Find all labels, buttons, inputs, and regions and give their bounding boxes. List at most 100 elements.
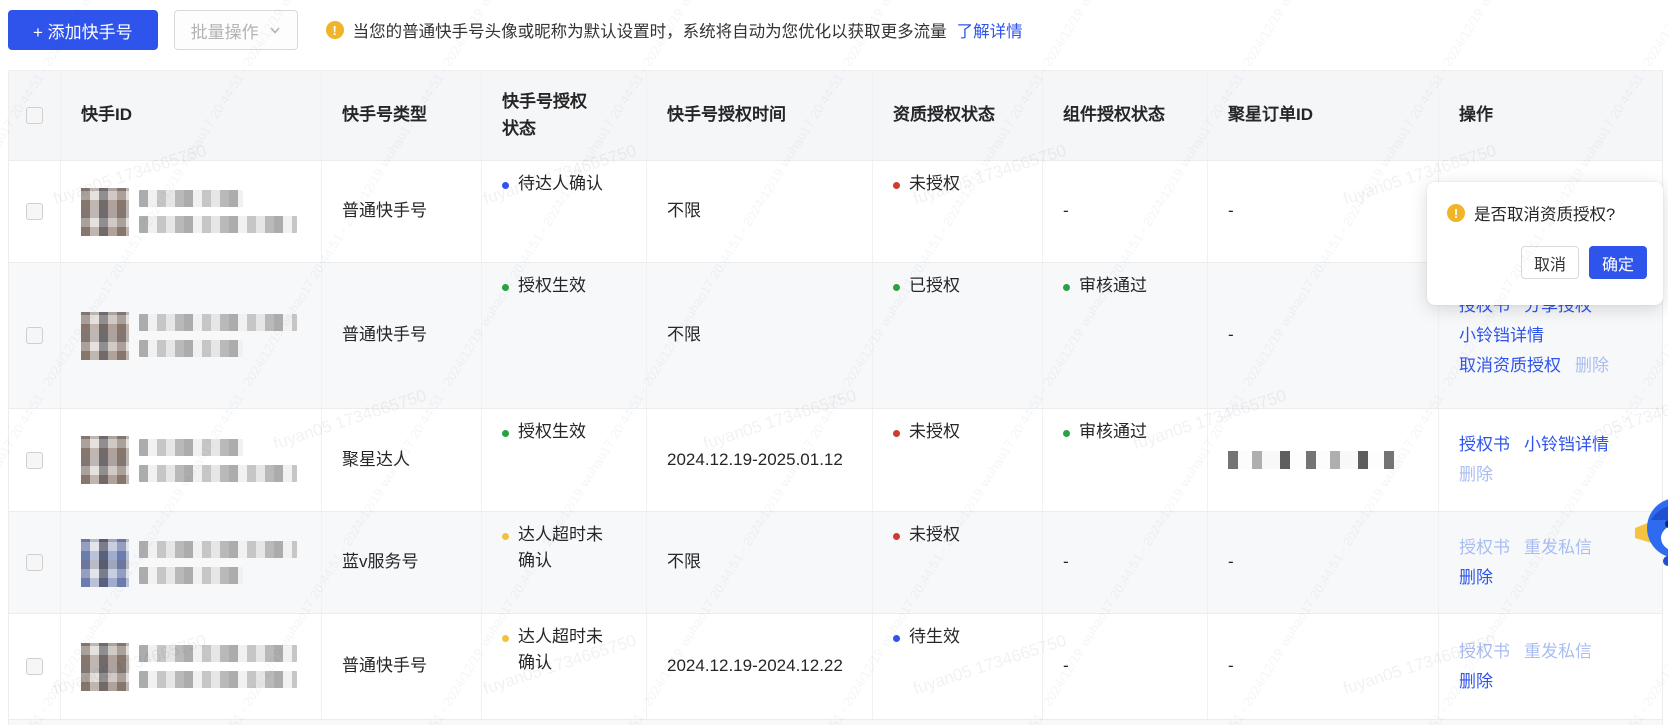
delete-link[interactable]: 删除	[1459, 460, 1493, 490]
bell-detail-link[interactable]: 小铃铛详情	[1524, 430, 1609, 460]
add-kuaishou-account-button[interactable]: + 添加快手号	[8, 10, 158, 50]
confirm-button[interactable]: 确定	[1588, 246, 1647, 279]
accounts-table: 快手ID 快手号类型 快手号授权状态 快手号授权时间 资质授权状态 组件授权状态…	[8, 70, 1663, 725]
delete-link[interactable]: 删除	[1459, 563, 1493, 593]
table-row: 普通快手号 达人超时未确认 2024.12.19-2024.12.22 待生效 …	[9, 614, 1662, 720]
auth-time: 2024.12.19-2025.01.12	[647, 409, 873, 511]
auth-status: 待达人确认	[482, 161, 647, 262]
cancel-qualification-popover: ! 是否取消资质授权? 取消 确定	[1427, 182, 1663, 305]
component-status: -	[1043, 614, 1208, 719]
component-status: 审核通过	[1043, 263, 1208, 408]
order-id: -	[1208, 263, 1439, 408]
authorization-letter-link[interactable]: 授权书	[1459, 533, 1510, 563]
row-checkbox[interactable]	[26, 451, 43, 469]
account-id-cell	[61, 512, 322, 613]
row-checkbox[interactable]	[26, 203, 43, 220]
delete-link[interactable]: 删除	[1459, 667, 1493, 697]
qualification-status: 未授权	[873, 512, 1043, 613]
auth-status: 达人超时未确认	[482, 614, 647, 719]
status-dot-icon	[1063, 284, 1070, 291]
status-dot-icon	[1063, 430, 1070, 437]
col-header-qualification-status: 资质授权状态	[873, 71, 1043, 160]
auth-time: 不限	[647, 263, 873, 408]
auth-status: 授权生效	[482, 263, 647, 408]
col-header-kuaishou-id: 快手ID	[61, 71, 322, 160]
actions-cell: 授权书 重发私信删除	[1439, 614, 1662, 719]
auth-time: 不限	[647, 512, 873, 613]
masked-name	[139, 541, 297, 558]
component-status: 审核通过	[1043, 409, 1208, 511]
table-header-row: 快手ID 快手号类型 快手号授权状态 快手号授权时间 资质授权状态 组件授权状态…	[9, 71, 1662, 161]
component-status: -	[1043, 161, 1208, 262]
chevron-down-icon	[270, 27, 280, 34]
avatar-masked	[81, 538, 129, 587]
masked-name	[139, 438, 243, 456]
status-dot-icon	[893, 533, 900, 540]
status-dot-icon	[502, 533, 509, 540]
table-row: 蓝v服务号 达人超时未确认 不限 未授权 - - 授权书 重发私信删除	[9, 512, 1662, 614]
status-dot-icon	[502, 430, 509, 437]
order-id: -	[1208, 512, 1439, 613]
customer-service-mascot[interactable]	[1633, 490, 1668, 572]
bell-detail-link[interactable]: 小铃铛详情	[1459, 321, 1544, 351]
delete-link[interactable]: 删除	[1575, 351, 1609, 381]
alert-text: 当您的普通快手号头像或昵称为默认设置时，系统将自动为您优化以获取更多流量	[352, 23, 947, 41]
masked-name	[139, 645, 297, 662]
status-dot-icon	[502, 182, 509, 189]
masked-id	[139, 671, 297, 688]
bulk-actions-label: 批量操作	[190, 22, 259, 42]
popover-message: 是否取消资质授权?	[1474, 206, 1616, 224]
masked-id	[139, 464, 297, 482]
actions-cell: 授权书 小铃铛详情删除	[1439, 409, 1662, 511]
bulk-actions-button[interactable]: 批量操作	[173, 10, 298, 50]
account-id-cell	[61, 614, 322, 719]
status-dot-icon	[502, 284, 509, 291]
auth-status: 授权生效	[482, 409, 647, 511]
avatar-masked	[81, 311, 129, 360]
learn-more-link[interactable]: 了解详情	[957, 18, 1023, 42]
order-id: -	[1208, 161, 1439, 262]
qualification-status: 未授权	[873, 161, 1043, 262]
warning-icon: !	[325, 21, 344, 39]
status-dot-icon	[893, 635, 900, 642]
masked-name	[139, 314, 297, 331]
authorization-letter-link[interactable]: 授权书	[1459, 430, 1510, 460]
resend-private-message-link[interactable]: 重发私信	[1524, 637, 1592, 667]
warning-icon: !	[1447, 204, 1465, 222]
table-row: 聚星达人 授权生效 2024.12.19-2025.01.12 未授权 审核通过…	[9, 409, 1662, 512]
component-status: -	[1043, 512, 1208, 613]
next-row-partial	[9, 720, 1662, 725]
alert-banner: ! 当您的普通快手号头像或昵称为默认设置时，系统将自动为您优化以获取更多流量 了…	[325, 18, 1023, 42]
account-type: 普通快手号	[322, 263, 482, 408]
resend-private-message-link[interactable]: 重发私信	[1524, 533, 1592, 563]
toolbar: + 添加快手号 批量操作 ! 当您的普通快手号头像或昵称为默认设置时，系统将自动…	[0, 0, 1668, 60]
actions-cell: 授权书 重发私信删除	[1439, 512, 1662, 613]
masked-id	[139, 216, 297, 233]
cancel-qualification-link[interactable]: 取消资质授权	[1459, 351, 1561, 381]
order-id	[1208, 409, 1439, 511]
status-dot-icon	[893, 284, 900, 291]
cancel-button[interactable]: 取消	[1520, 246, 1579, 279]
col-header-actions: 操作	[1459, 105, 1493, 125]
row-checkbox[interactable]	[26, 554, 43, 571]
col-header-auth-time: 快手号授权时间	[647, 71, 873, 160]
kuaishou-account-management-page: + 添加快手号 批量操作 ! 当您的普通快手号头像或昵称为默认设置时，系统将自动…	[0, 0, 1668, 725]
account-type: 普通快手号	[322, 614, 482, 719]
col-header-account-type: 快手号类型	[322, 71, 482, 160]
auth-time: 不限	[647, 161, 873, 262]
status-dot-icon	[893, 182, 900, 189]
account-type: 普通快手号	[322, 161, 482, 262]
col-header-auth-status: 快手号授权状态	[482, 71, 647, 160]
qualification-status: 已授权	[873, 263, 1043, 408]
select-all-checkbox[interactable]	[26, 107, 43, 124]
row-checkbox[interactable]	[26, 327, 43, 344]
authorization-letter-link[interactable]: 授权书	[1459, 637, 1510, 667]
account-id-cell	[61, 161, 322, 262]
col-header-component-status: 组件授权状态	[1043, 71, 1208, 160]
account-id-cell	[61, 263, 322, 408]
row-checkbox[interactable]	[26, 658, 43, 675]
avatar-masked	[81, 187, 129, 236]
qualification-status: 待生效	[873, 614, 1043, 719]
order-id: -	[1208, 614, 1439, 719]
col-header-juxing-order-id: 聚星订单ID	[1208, 71, 1439, 160]
